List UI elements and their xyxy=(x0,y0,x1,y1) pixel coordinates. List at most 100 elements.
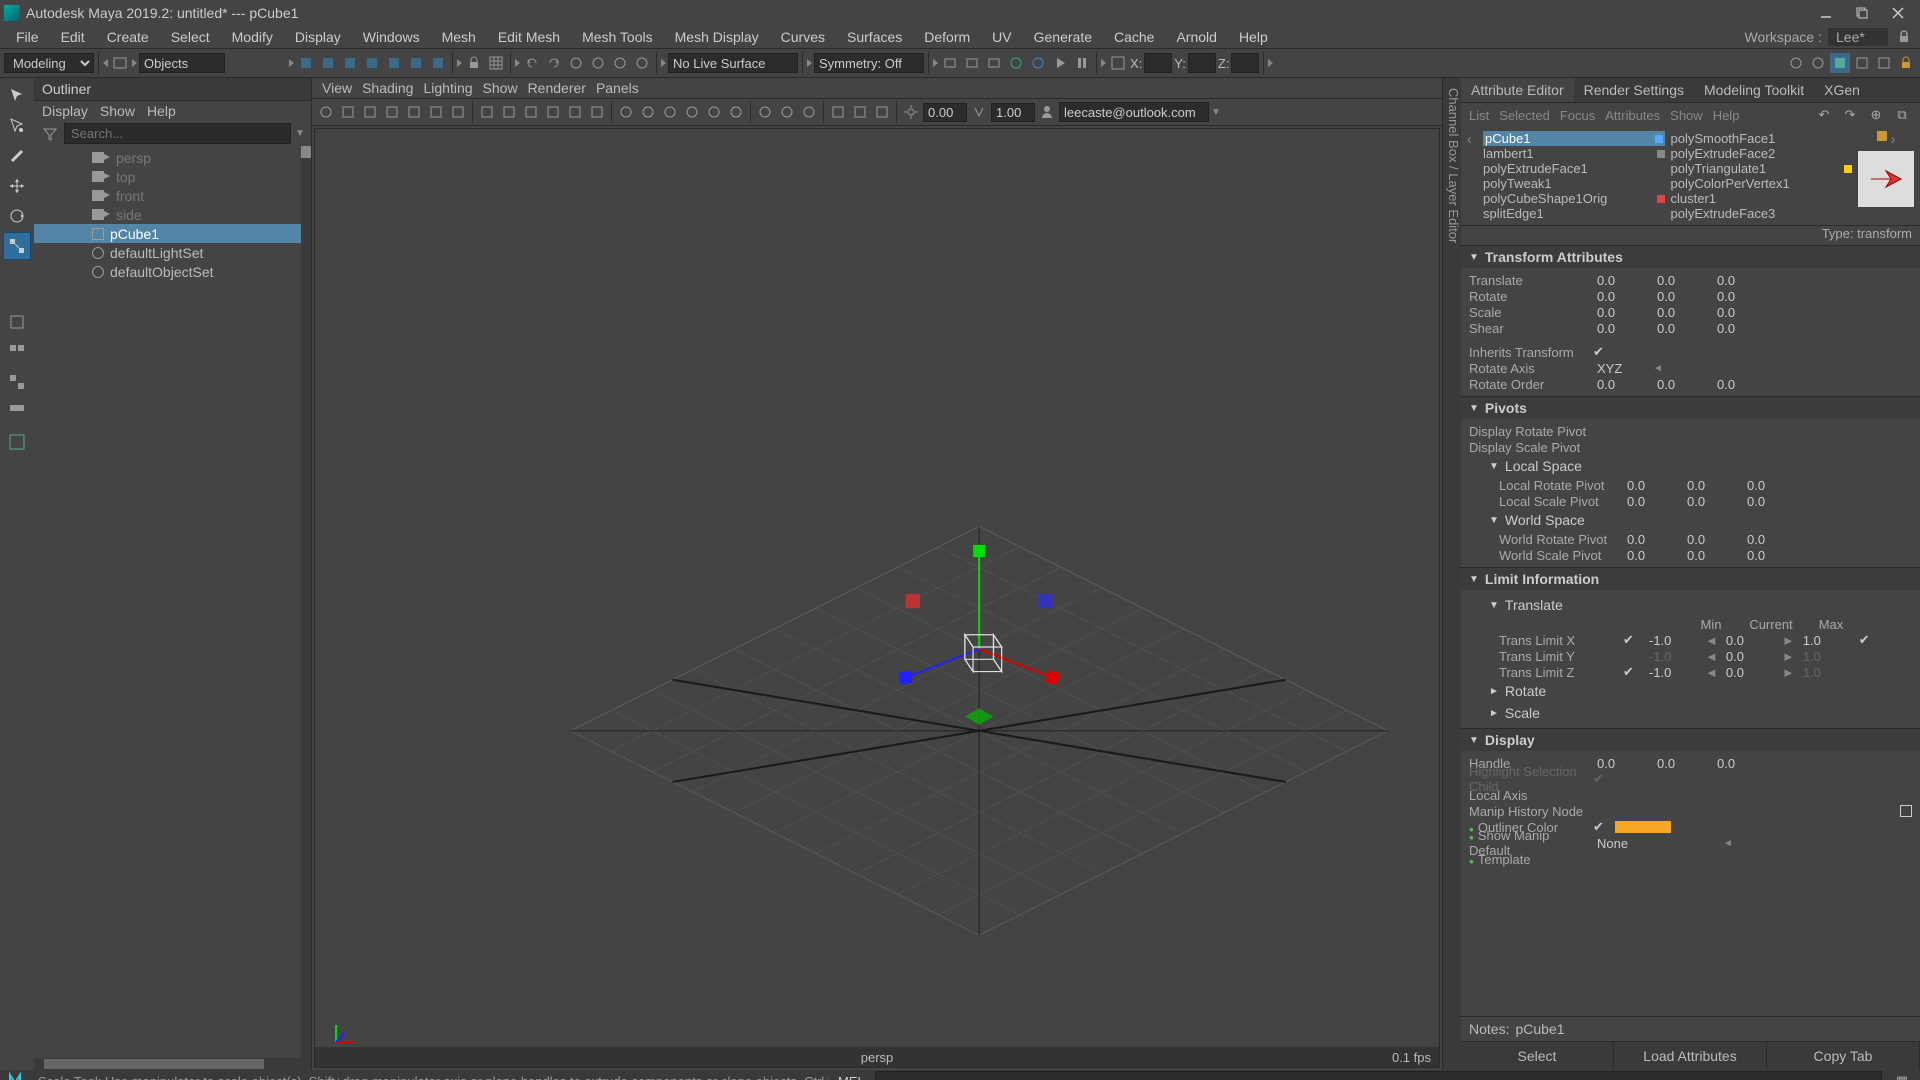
outliner-item-persp[interactable]: persp xyxy=(34,148,311,167)
vp-icon[interactable] xyxy=(828,102,848,122)
vp-icon[interactable] xyxy=(316,102,336,122)
minimize-button[interactable] xyxy=(1808,0,1844,26)
outliner-scrollbar[interactable] xyxy=(301,146,311,1058)
search-dropdown-icon[interactable]: ▼ xyxy=(295,128,305,139)
coord-x-input[interactable] xyxy=(1144,53,1172,73)
menu-mesh-display[interactable]: Mesh Display xyxy=(665,27,769,47)
layout-tool-4[interactable] xyxy=(3,428,31,456)
menu-curves[interactable]: Curves xyxy=(771,27,835,47)
viewport-3d[interactable]: persp 0.1 fps xyxy=(314,128,1440,1068)
dropdown-icon[interactable]: ◄ xyxy=(1723,838,1733,849)
shelf-expand-icon[interactable] xyxy=(132,59,137,67)
fav-star-icon[interactable] xyxy=(1877,131,1887,141)
outliner-item-pcube1[interactable]: pCube1 xyxy=(34,224,311,243)
vp-exposure-input[interactable] xyxy=(923,103,967,122)
menu-help[interactable]: Help xyxy=(1229,27,1278,47)
node-nav-right-icon[interactable]: › xyxy=(1891,131,1896,147)
vp-icon[interactable] xyxy=(755,102,775,122)
history-icon-4[interactable] xyxy=(632,53,652,73)
attr-menu-help[interactable]: Help xyxy=(1713,108,1740,123)
outliner-item-top[interactable]: top xyxy=(34,167,311,186)
layout-icon-3[interactable] xyxy=(1874,53,1894,73)
menu-file[interactable]: File xyxy=(6,27,49,47)
maximize-button[interactable] xyxy=(1844,0,1880,26)
vp-icon[interactable] xyxy=(726,102,746,122)
node-tab-polycolorpervertex1[interactable]: polyColorPerVertex1 xyxy=(1671,176,1853,191)
outliner-filter-icon[interactable] xyxy=(40,124,60,144)
node-tab-cluster1[interactable]: cluster1 xyxy=(1671,191,1853,206)
snap-lock-icon[interactable] xyxy=(464,53,484,73)
vp-icon[interactable] xyxy=(704,102,724,122)
menu-deform[interactable]: Deform xyxy=(914,27,980,47)
rotate-tool[interactable] xyxy=(3,202,31,230)
nav-copy-icon[interactable]: ⧉ xyxy=(1892,105,1912,125)
checkbox[interactable]: ✔ xyxy=(1593,819,1611,835)
attr-menu-selected[interactable]: Selected xyxy=(1499,108,1550,123)
vp-icon[interactable] xyxy=(638,102,658,122)
vert-tab-channelbox[interactable]: Channel Box / Layer Editor xyxy=(1446,88,1461,1070)
tab-modeling-toolkit[interactable]: Modeling Toolkit xyxy=(1694,78,1814,102)
outliner-search-input[interactable] xyxy=(64,123,291,144)
node-tab-polyextrudeface2[interactable]: polyExtrudeFace2 xyxy=(1671,146,1853,161)
vp-icon[interactable] xyxy=(499,102,519,122)
menu-uv[interactable]: UV xyxy=(982,27,1021,47)
outliner-item-side[interactable]: side xyxy=(34,205,311,224)
vp-icon[interactable] xyxy=(338,102,358,122)
menuset-selector[interactable]: Modeling xyxy=(4,53,94,73)
history-redo-icon[interactable] xyxy=(544,53,564,73)
nav-back-icon[interactable]: ↶ xyxy=(1814,105,1834,125)
layout-tool-3[interactable] xyxy=(3,398,31,426)
tab-attribute-editor[interactable]: Attribute Editor xyxy=(1461,78,1574,102)
section-pivots[interactable]: ▼Pivots xyxy=(1461,397,1920,419)
move-tool[interactable] xyxy=(3,172,31,200)
vp-icon[interactable] xyxy=(426,102,446,122)
menu-edit-mesh[interactable]: Edit Mesh xyxy=(488,27,570,47)
section-limit-information[interactable]: ▼Limit Information xyxy=(1461,568,1920,590)
close-button[interactable] xyxy=(1880,0,1916,26)
vp-user-dropdown-icon[interactable]: ▼ xyxy=(1211,107,1221,118)
vp-user-icon[interactable] xyxy=(1037,102,1057,122)
select-by-component-icon[interactable] xyxy=(340,53,360,73)
menu-cache[interactable]: Cache xyxy=(1104,27,1164,47)
vp-menu-lighting[interactable]: Lighting xyxy=(423,80,472,96)
vp-icon[interactable] xyxy=(521,102,541,122)
checkbox[interactable]: ✔ xyxy=(1859,632,1877,648)
history-undo-icon[interactable] xyxy=(522,53,542,73)
layout-icon-1[interactable] xyxy=(1830,53,1850,73)
subsection-rotate-limits[interactable]: ►Rotate xyxy=(1461,680,1920,702)
playback-icon-4[interactable] xyxy=(1006,53,1026,73)
nav-pin-icon[interactable]: ⊕ xyxy=(1866,105,1886,125)
vp-icon[interactable] xyxy=(543,102,563,122)
menu-mesh-tools[interactable]: Mesh Tools xyxy=(572,27,663,47)
outliner-tree[interactable]: persp top front side pCube1 defaultLight… xyxy=(34,146,311,1058)
vp-icon[interactable] xyxy=(404,102,424,122)
attr-menu-attributes[interactable]: Attributes xyxy=(1605,108,1660,123)
tab-render-settings[interactable]: Render Settings xyxy=(1574,78,1694,102)
menu-windows[interactable]: Windows xyxy=(353,27,430,47)
inherits-checkbox[interactable]: ✔ xyxy=(1593,344,1611,360)
layout-tool-1[interactable] xyxy=(3,338,31,366)
vp-icon[interactable] xyxy=(360,102,380,122)
coord-mode-icon[interactable] xyxy=(1108,53,1128,73)
objects-filter[interactable]: Objects xyxy=(139,53,225,73)
outliner-menu-help[interactable]: Help xyxy=(147,103,176,119)
sidebar-lock-icon[interactable] xyxy=(1896,53,1916,73)
dropdown-icon[interactable]: ◄ xyxy=(1653,363,1663,374)
attr-menu-list[interactable]: List xyxy=(1469,108,1489,123)
node-tab-polytweak1[interactable]: polyTweak1 xyxy=(1483,176,1665,191)
select-mode-icon-4[interactable] xyxy=(428,53,448,73)
command-line-input[interactable] xyxy=(875,1071,1882,1080)
menu-mesh[interactable]: Mesh xyxy=(432,27,486,47)
layout-icon-2[interactable] xyxy=(1852,53,1872,73)
vp-icon[interactable] xyxy=(382,102,402,122)
workspace-lock-icon[interactable] xyxy=(1894,27,1914,47)
node-tab-polyextrudeface1[interactable]: polyExtrudeFace1 xyxy=(1483,161,1665,176)
lasso-tool[interactable] xyxy=(3,112,31,140)
shelf-icon[interactable] xyxy=(110,53,130,73)
vp-icon[interactable] xyxy=(587,102,607,122)
subsection-scale-limits[interactable]: ►Scale xyxy=(1461,702,1920,724)
subsection-local-space[interactable]: ▼Local Space xyxy=(1461,455,1920,477)
section-transform-attributes[interactable]: ▼Transform Attributes xyxy=(1461,246,1920,268)
playback-play-icon[interactable] xyxy=(1050,53,1070,73)
render-icon[interactable] xyxy=(1786,53,1806,73)
